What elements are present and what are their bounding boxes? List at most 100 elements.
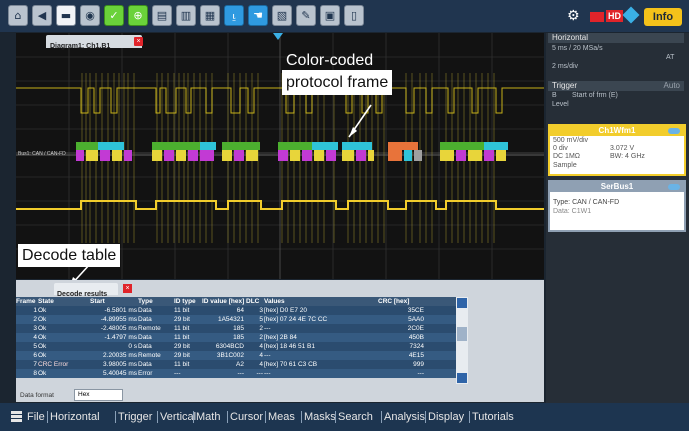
table-scrollbar[interactable] — [456, 297, 468, 384]
horizontal-right-label: AT — [666, 54, 675, 61]
frame-callout-line2: protocol frame — [282, 70, 393, 95]
decode-tab[interactable]: Decode results B1 — [54, 283, 118, 316]
table-cell: 185 — [233, 325, 244, 332]
table-cell: Data — [138, 343, 152, 350]
table-cell: 2 — [259, 334, 263, 341]
trigger-position-marker[interactable] — [273, 33, 283, 40]
close-icon[interactable]: × — [134, 37, 143, 46]
camera-icon[interactable]: ◉ — [80, 5, 100, 26]
autoset-icon-glyph: ✓ — [109, 9, 119, 22]
table-cell: 999 — [413, 361, 424, 368]
table-cell: 1 — [33, 307, 37, 314]
table-header-cell: ID value [hex] — [202, 298, 244, 305]
close-icon[interactable]: × — [123, 284, 132, 293]
ch1-mode: Sample — [553, 162, 577, 169]
menu-item-display[interactable]: Display — [428, 410, 464, 424]
trigger-header[interactable]: Trigger Auto — [548, 81, 684, 91]
table-row[interactable]: 5 Ok 0 s Data 29 bit 6304BCD 4 [hex] 18 46 51 B… — [16, 342, 456, 351]
table-cell: [hex] 70 61 C3 CB — [264, 361, 318, 368]
histogram-icon[interactable]: ▥ — [176, 5, 196, 26]
copy-icon[interactable]: ▦ — [200, 5, 220, 26]
measure-icon[interactable]: ▤ — [152, 5, 172, 26]
folder-icon[interactable]: ▬ — [56, 5, 76, 26]
hd-badge[interactable]: HD — [606, 10, 623, 22]
table-cell: 64 — [236, 307, 244, 314]
serbus-toggle[interactable] — [668, 184, 680, 190]
save-icon[interactable]: ▣ — [320, 5, 340, 26]
menu-item-tutorials[interactable]: Tutorials — [472, 410, 514, 424]
ch1-toggle[interactable] — [668, 128, 680, 134]
table-row[interactable]: 2 Ok -4.89955 ms Data 29 bit 1A54321 5 [hex] 07… — [16, 315, 456, 324]
table-cell: Remote — [138, 352, 161, 359]
cursor-icon-glyph: ⍸ — [230, 9, 238, 22]
table-cell: Ok — [38, 325, 47, 332]
table-header-cell: Values — [264, 298, 285, 305]
info-label: Info — [652, 11, 674, 23]
table-row[interactable]: 6 Ok 2.20035 ms Remote 29 bit 3B1C002 4 --- 4E15 — [16, 351, 456, 360]
menu-item-cursor[interactable]: Cursor — [230, 410, 263, 424]
menu-separator — [469, 411, 470, 423]
data-format-select[interactable]: Hex — [74, 389, 123, 401]
save-icon-glyph: ▣ — [324, 9, 336, 22]
menu-item-math[interactable]: Math — [196, 410, 220, 424]
trigger-source: B — [552, 92, 557, 99]
scroll-thumb[interactable] — [457, 327, 467, 341]
menu-item-analysis[interactable]: Analysis — [384, 410, 425, 424]
table-row[interactable]: 3 Ok -2.48005 ms Remote 11 bit 185 2 --- 2C0E — [16, 324, 456, 333]
copy-icon-glyph: ▦ — [204, 9, 216, 22]
table-cell: 3.98005 ms — [103, 361, 137, 368]
bottom-menu-bar: File Horizontal Trigger Vertical Math Cursor M… — [0, 403, 689, 431]
table-cell: 6304BCD — [215, 343, 244, 350]
hand-icon-glyph: ☚ — [253, 9, 263, 22]
draw-icon[interactable]: ✎ — [296, 5, 316, 26]
table-cell: 2 — [33, 316, 37, 323]
table-cell: [hex] 07 24 4E 7C CC — [264, 316, 328, 323]
table-cell: Ok — [38, 316, 47, 323]
table-cell: --- — [264, 352, 271, 359]
diagram-tab[interactable]: Diagram1: Ch1,B1 — [46, 35, 142, 50]
menu-item-vertical[interactable]: Vertical — [160, 410, 196, 424]
menu-item-meas[interactable]: Meas — [268, 410, 295, 424]
table-row[interactable]: 4 Ok -1.4797 ms Data 11 bit 185 2 [hex] 2B 84 45… — [16, 333, 456, 342]
ch1-bandwidth: BW: 4 GHz — [610, 153, 645, 160]
network-icon[interactable] — [622, 6, 640, 24]
table-cell: 4 — [33, 334, 37, 341]
back-icon[interactable]: ◀ — [32, 5, 52, 26]
table-row[interactable]: 8 Ok 5.40045 ms Error --- --- --- --- --- — [16, 369, 456, 378]
menu-grid-icon[interactable] — [11, 411, 22, 422]
hand-icon[interactable]: ☚ — [248, 5, 268, 26]
horizontal-header[interactable]: Horizontal — [548, 33, 684, 43]
scroll-up-icon[interactable] — [457, 298, 467, 308]
home-icon[interactable]: ⌂ — [8, 5, 28, 26]
autoset-icon[interactable]: ✓ — [104, 5, 124, 26]
ch1-waveform-card[interactable]: Ch1Wfm1 500 mV/div 0 div 3.072 V DC 1MΩ … — [548, 124, 686, 176]
table-cell: [hex] 18 46 51 B1 — [264, 343, 315, 350]
menu-separator — [193, 411, 194, 423]
table-row[interactable]: 1 Ok -6.5801 ms Data 11 bit 64 3 [hex] D0 E7 20… — [16, 306, 456, 315]
menu-item-trigger[interactable]: Trigger — [118, 410, 152, 424]
table-cell: -1.4797 ms — [104, 334, 137, 341]
menu-item-horizontal[interactable]: Horizontal — [50, 410, 100, 424]
delete-icon[interactable]: ▯ — [344, 5, 364, 26]
table-cell: 35CE — [407, 307, 424, 314]
table-cell: [hex] D0 E7 20 — [264, 307, 307, 314]
cursor-icon[interactable]: ⍸ — [224, 5, 244, 26]
rec-icon[interactable] — [590, 12, 604, 22]
ch1-title: Ch1Wfm1 — [550, 126, 684, 136]
table-header-cell: ID type — [174, 298, 196, 305]
serbus-card[interactable]: SerBus1 Type: CAN / CAN-FD Data: C1W1 — [548, 180, 686, 232]
menu-item-file[interactable]: File — [27, 410, 45, 424]
menu-item-search[interactable]: Search — [338, 410, 373, 424]
menu-item-masks[interactable]: Masks — [304, 410, 336, 424]
settings-icon[interactable]: ⚙ — [567, 7, 580, 25]
zoom-icon[interactable]: ⊕ — [128, 5, 148, 26]
table-cell: -2.48005 ms — [100, 325, 137, 332]
mask-icon[interactable]: ▧ — [272, 5, 292, 26]
menu-separator — [381, 411, 382, 423]
scroll-down-icon[interactable] — [457, 373, 467, 383]
table-row[interactable]: 7 CRC Error 3.98005 ms Data 11 bit A2 4 [hex] 7… — [16, 360, 456, 369]
table-header-cell: Start — [90, 298, 105, 305]
info-button[interactable]: Info — [644, 8, 682, 26]
waveform-display[interactable]: Diagram1: Ch1,B1 × Bus1: CAN / CAN-FD — [16, 33, 544, 279]
table-cell: 5AA0 — [408, 316, 424, 323]
